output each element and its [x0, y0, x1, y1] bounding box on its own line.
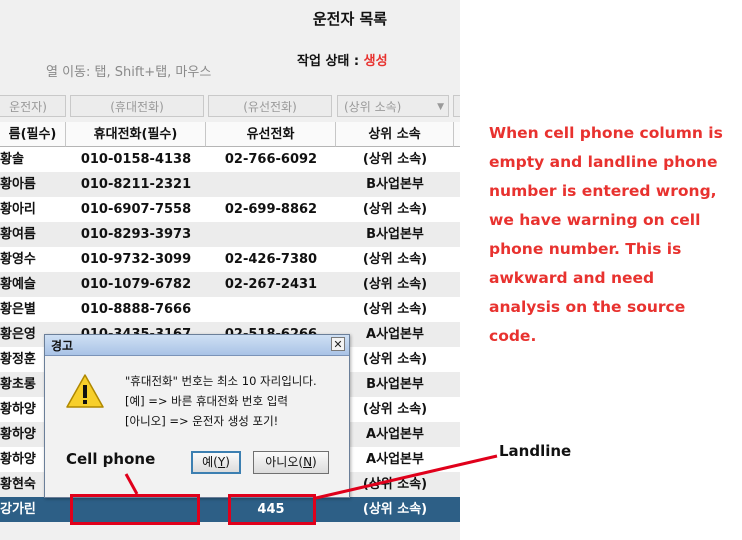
- landline-label: Landline: [499, 442, 572, 460]
- annotation-note: When cell phone column is empty and land…: [489, 124, 723, 345]
- cell-phone-pointer-line: [124, 473, 139, 495]
- landline-pointer-line: [315, 454, 498, 500]
- cell-phone-label: Cell phone: [66, 450, 156, 468]
